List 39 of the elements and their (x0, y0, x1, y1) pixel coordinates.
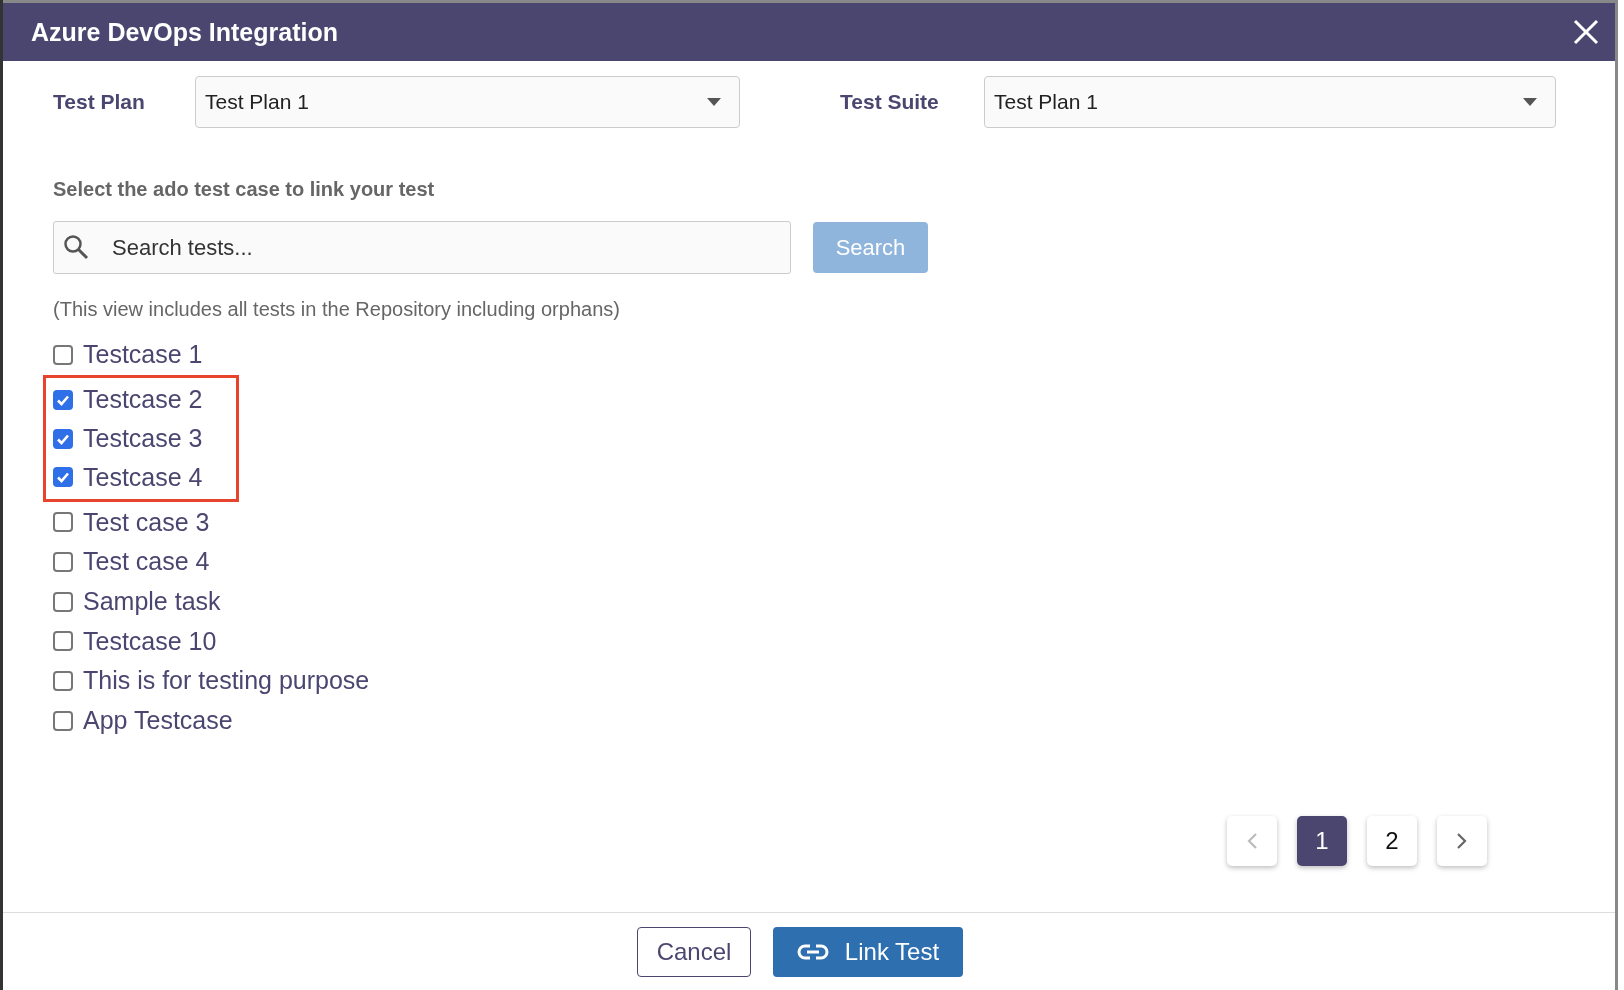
chevron-right-icon (1456, 832, 1468, 850)
checkbox[interactable] (53, 631, 73, 652)
window-title: Azure DevOps Integration (31, 17, 338, 47)
search-icon (63, 234, 89, 260)
checkbox[interactable] (53, 344, 73, 365)
test-case-label: Testcase 3 (83, 424, 203, 454)
test-case-label: Testcase 2 (83, 385, 203, 415)
test-case-label: Testcase 1 (83, 340, 203, 370)
dropdown-field[interactable]: Test Plan 1 (984, 76, 1556, 128)
page-button[interactable]: 2 (1367, 816, 1417, 866)
field-label: Test Suite (840, 90, 940, 114)
link-test-button[interactable]: Link Test (773, 926, 963, 977)
page-button[interactable]: 1 (1297, 816, 1347, 866)
test-case-label: Testcase 10 (83, 626, 217, 656)
note-text: (This view includes all tests in the Repository including orphans) (53, 298, 621, 321)
checkbox[interactable] (53, 467, 73, 488)
test-case-label: This is for testing purpose (83, 666, 370, 696)
checkbox[interactable] (53, 670, 73, 691)
test-case-label: Testcase 4 (83, 462, 203, 492)
checkbox[interactable] (53, 551, 73, 572)
chevron-left-icon (1246, 832, 1258, 850)
test-case-label: App Testcase (83, 706, 233, 736)
field-label: Test Plan (53, 90, 146, 114)
checkbox[interactable] (53, 512, 73, 533)
checkbox[interactable] (53, 389, 73, 410)
link-icon (796, 942, 829, 961)
caret-icon (707, 98, 721, 106)
close-icon (1573, 19, 1599, 45)
test-case-label: Test case 4 (83, 547, 210, 577)
test-case-label: Sample task (83, 587, 221, 617)
checkbox[interactable] (53, 710, 73, 731)
checkbox[interactable] (53, 428, 73, 449)
dropdown-field[interactable]: Test Plan 1 (195, 76, 740, 128)
caret-icon (1523, 98, 1537, 106)
checkbox[interactable] (53, 591, 73, 612)
cancel-button[interactable]: Cancel (637, 926, 751, 977)
close-button[interactable] (1573, 19, 1599, 45)
section-title: Select the ado test case to link your test (53, 178, 436, 201)
test-case-label: Test case 3 (83, 507, 210, 537)
